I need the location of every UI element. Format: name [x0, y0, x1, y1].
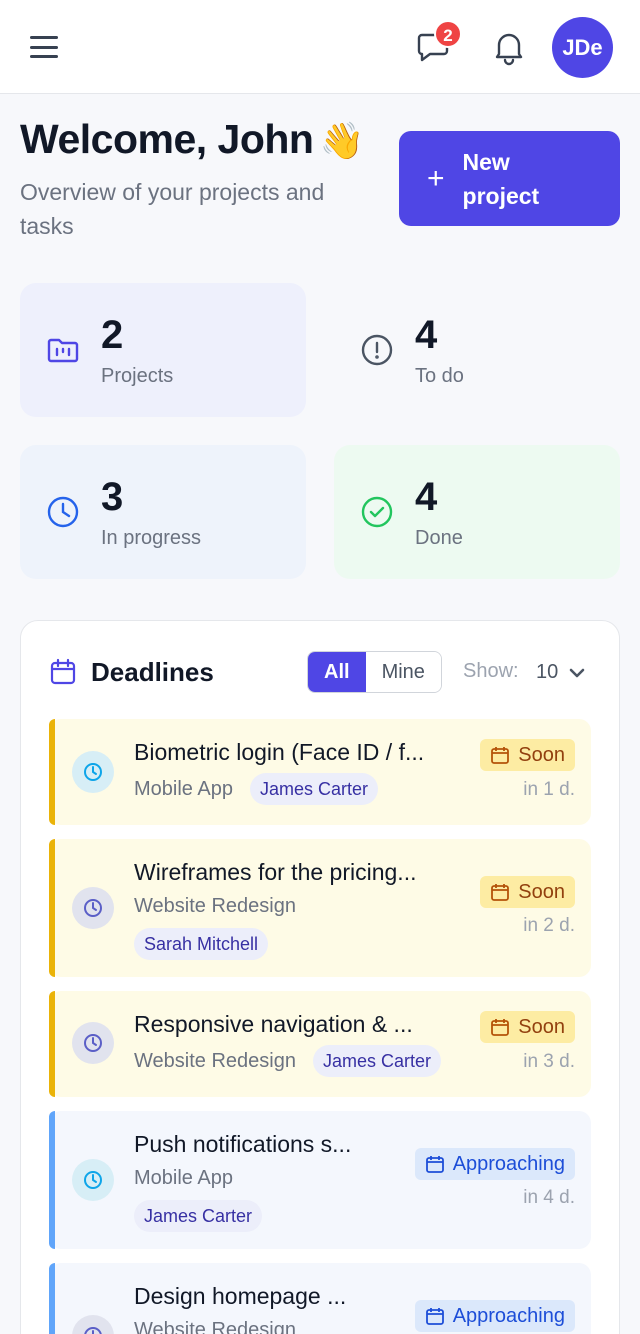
assignee-chip: Sarah Mitchell	[134, 928, 269, 960]
calendar-icon	[425, 1156, 444, 1173]
task-title: Push notifications s...	[134, 1131, 352, 1157]
item-status-bar	[49, 991, 55, 1097]
status-text: Approaching	[452, 1304, 565, 1327]
deadline-item[interactable]: Responsive navigation & ... Website Rede…	[49, 991, 591, 1097]
stat-card-done[interactable]: 4 Done	[334, 445, 620, 579]
calendar-icon	[50, 658, 76, 685]
plus-icon: +	[427, 161, 445, 195]
assignee-chip: James Carter	[250, 773, 379, 805]
deadlines-header: Deadlines All Mine Show: 10	[49, 651, 599, 695]
status-badge: Soon	[480, 1011, 575, 1043]
due-text: in 3 d.	[523, 1051, 575, 1072]
stat-label: To do	[415, 365, 464, 387]
wave-emoji: 👋	[319, 120, 364, 161]
task-clock-icon	[72, 1022, 114, 1064]
show-count-select[interactable]: 10	[536, 661, 558, 684]
new-project-label: New project	[462, 148, 540, 209]
task-title: Responsive navigation & ...	[134, 1011, 413, 1037]
status-text: Approaching	[452, 1152, 565, 1175]
status-badge: Soon	[480, 739, 575, 771]
filter-toggle: All Mine	[307, 651, 442, 693]
status-badge: Approaching	[414, 1148, 575, 1180]
page-title: Welcome, John 👋	[20, 116, 364, 163]
due-text: in 1 d.	[523, 779, 575, 800]
stat-label: Projects	[101, 365, 174, 387]
task-project: Mobile App	[134, 778, 233, 800]
task-project: Website Redesign	[134, 895, 296, 917]
stat-label: In progress	[101, 527, 202, 549]
new-project-button[interactable]: + New project	[399, 131, 620, 226]
stat-value: 3	[101, 475, 124, 519]
calendar-icon	[491, 747, 510, 764]
status-text: Soon	[518, 880, 565, 903]
chat-badge: 2	[434, 20, 462, 48]
filter-all-button[interactable]: All	[308, 652, 366, 692]
deadline-item[interactable]: Biometric login (Face ID / f... Mobile A…	[49, 719, 591, 825]
welcome-text: Welcome, John	[20, 116, 314, 162]
calendar-icon	[425, 1308, 444, 1325]
stat-card-in-progress[interactable]: 3 In progress	[20, 445, 306, 579]
task-clock-icon	[72, 1159, 114, 1201]
assignee-chip: James Carter	[134, 1200, 263, 1232]
calendar-icon	[491, 1019, 510, 1036]
bell-icon	[495, 33, 523, 66]
chevron-down-icon[interactable]	[568, 664, 586, 682]
menu-icon[interactable]	[30, 36, 58, 58]
status-badge: Approaching	[414, 1300, 575, 1332]
stat-value: 4	[415, 475, 438, 519]
task-project: Website Redesign	[134, 1319, 296, 1334]
status-text: Soon	[518, 743, 565, 766]
task-title: Wireframes for the pricing...	[134, 859, 417, 885]
task-title: Design homepage ...	[134, 1283, 347, 1309]
stat-card-todo[interactable]: 4 To do	[334, 283, 620, 417]
deadlines-panel: Deadlines All Mine Show: 10 Biometric lo…	[20, 620, 620, 1334]
item-status-bar	[49, 719, 55, 825]
stat-value: 4	[415, 313, 438, 357]
deadline-item[interactable]: Wireframes for the pricing... Website Re…	[49, 839, 591, 977]
deadline-item[interactable]: Design homepage ... Website Redesign App…	[49, 1263, 591, 1334]
page-subtitle: Overview of your projects and tasks	[20, 179, 325, 239]
clock-icon	[47, 496, 79, 528]
task-title: Biometric login (Face ID / f...	[134, 739, 425, 765]
item-status-bar	[49, 839, 55, 977]
task-clock-icon	[72, 887, 114, 929]
task-clock-icon	[72, 1315, 114, 1334]
assignee-chip: James Carter	[313, 1045, 442, 1077]
status-text: Soon	[518, 1015, 565, 1038]
deadline-item[interactable]: Push notifications s... Mobile App James…	[49, 1111, 591, 1249]
folder-icon	[47, 338, 79, 363]
alert-circle-icon	[361, 334, 393, 366]
top-bar: 2 JDe	[0, 0, 640, 94]
stat-card-projects[interactable]: 2 Projects	[20, 283, 306, 417]
check-circle-icon	[361, 496, 393, 528]
item-status-bar	[49, 1111, 55, 1249]
task-project: Website Redesign	[134, 1050, 296, 1072]
due-text: in 2 d.	[523, 915, 575, 936]
filter-mine-button[interactable]: Mine	[365, 652, 441, 692]
item-status-bar	[49, 1263, 55, 1334]
due-text: in 4 d.	[523, 1187, 575, 1208]
task-clock-icon	[72, 751, 114, 793]
calendar-icon	[491, 884, 510, 901]
user-avatar[interactable]: JDe	[552, 17, 613, 78]
show-label: Show:	[463, 660, 519, 682]
status-badge: Soon	[480, 876, 575, 908]
stat-label: Done	[415, 527, 463, 549]
task-project: Mobile App	[134, 1167, 233, 1189]
stat-value: 2	[101, 313, 124, 357]
notifications-button[interactable]	[489, 27, 529, 67]
deadlines-title: Deadlines	[91, 657, 214, 687]
